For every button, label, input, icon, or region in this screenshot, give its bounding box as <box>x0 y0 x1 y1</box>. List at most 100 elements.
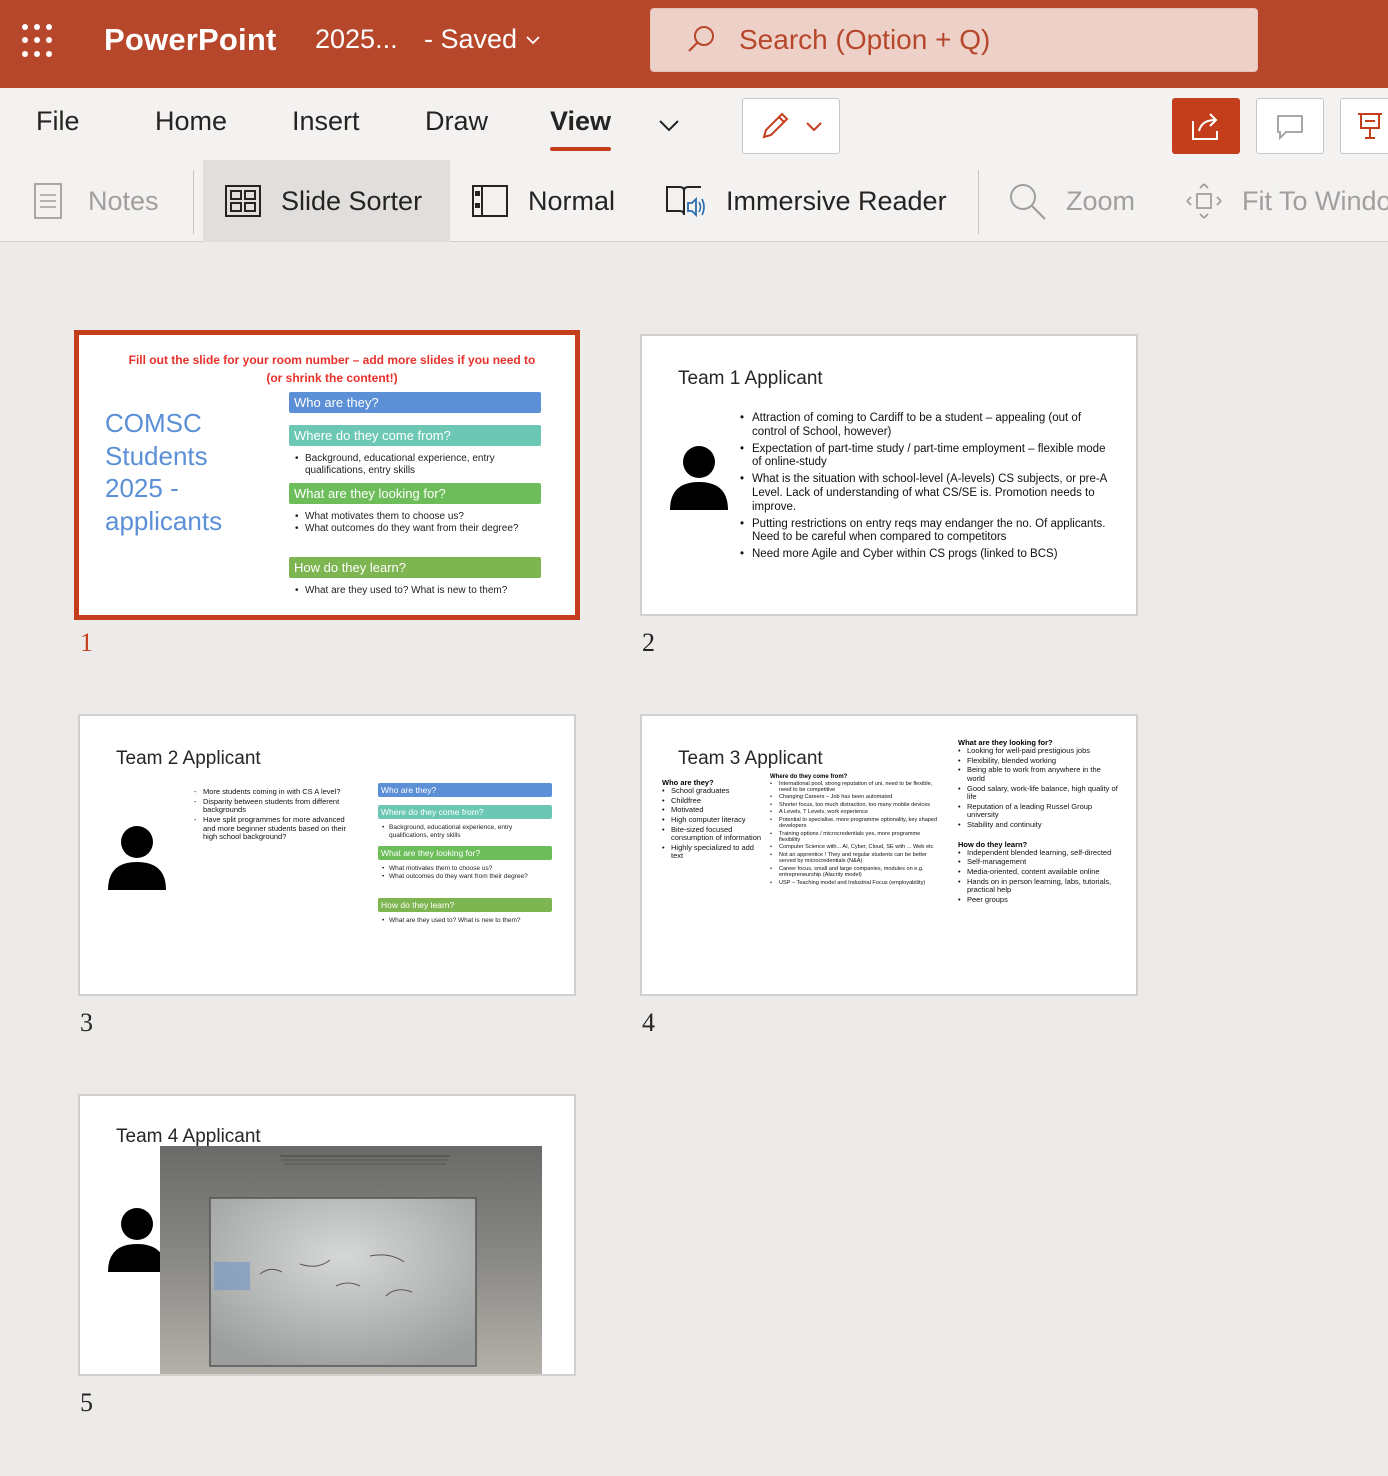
slide-1-learn-bullets: What are they used to? What is new to th… <box>295 585 535 597</box>
slide-2-bullet: Expectation of part-time study / part-ti… <box>740 443 1108 471</box>
normal-view-button[interactable]: Normal <box>470 160 615 242</box>
slide-sorter-button[interactable]: Slide Sorter <box>203 160 450 242</box>
slide-4-who-column: Who are they? School graduates Childfree… <box>662 778 764 862</box>
slide-4-bullet: Potential to specialise, more programme … <box>770 817 942 830</box>
tab-file[interactable]: File <box>36 106 80 137</box>
slide-number-3: 3 <box>80 1008 93 1037</box>
comment-icon <box>1277 115 1303 141</box>
slide-2-title: Team 1 Applicant <box>678 368 823 389</box>
chevron-down-icon <box>526 35 540 44</box>
whiteboard-photo <box>160 1146 542 1374</box>
slide-1-where-bullets: Background, educational experience, entr… <box>295 453 535 477</box>
fit-to-window-button[interactable]: Fit To Windo <box>1184 160 1388 242</box>
person-icon <box>108 826 166 890</box>
slide-number-1: 1 <box>80 628 93 657</box>
slide-3-looking-bullets: What motivates them to choose us? What o… <box>382 865 548 881</box>
immersive-reader-button[interactable]: Immersive Reader <box>664 160 947 242</box>
slide-1-box-looking: What are they looking for? <box>289 483 541 504</box>
tab-view[interactable]: View <box>550 106 612 151</box>
present-icon <box>1358 113 1382 139</box>
slide-4-bullet: Being able to work from anywhere in the … <box>958 765 1118 783</box>
slide-3-sub-bullet: Background, educational experience, entr… <box>382 824 548 840</box>
slide-4-bullet: Looking for well-paid prestigious jobs <box>958 746 1118 756</box>
share-icon <box>1192 113 1218 140</box>
app-launcher-icon[interactable] <box>22 24 56 58</box>
search-icon <box>688 26 714 52</box>
fit-to-window-icon <box>1186 183 1222 219</box>
slide-1-title: COMSC Students 2025 - applicants <box>105 407 222 537</box>
slide-1-title-line: 2025 - <box>105 473 179 503</box>
slide-4-bullet: Stability and continuity <box>958 820 1118 830</box>
slide-3-learn-bullets: What are they used to? What is new to th… <box>382 917 552 925</box>
notes-icon <box>34 183 62 219</box>
save-status[interactable]: - Saved <box>424 24 541 55</box>
search-box[interactable]: Search (Option + Q) <box>650 8 1258 72</box>
slide-1-instruction: Fill out the slide for your room number … <box>128 353 536 385</box>
app-name[interactable]: PowerPoint <box>104 22 277 58</box>
normal-view-label: Normal <box>528 185 616 216</box>
slide-number-4: 4 <box>642 1008 655 1037</box>
slide-4-where-header: Where do they come from? <box>770 774 848 780</box>
slide-3-sub-bullet: What motivates them to choose us? <box>382 865 548 873</box>
person-icon <box>670 446 728 510</box>
slide-1-bullet: What are they used to? What is new to th… <box>295 585 535 597</box>
slide-2-bullet: Putting restrictions on entry reqs may e… <box>740 518 1108 546</box>
slide-thumbnail-4[interactable]: Team 3 Applicant Who are they? School gr… <box>640 714 1138 996</box>
slide-2-bullet: Attraction of coming to Cardiff to be a … <box>740 412 1108 440</box>
more-tabs-chevron-icon[interactable] <box>656 112 682 138</box>
slide-4-title: Team 3 Applicant <box>678 748 823 769</box>
zoom-label: Zoom <box>1066 185 1136 216</box>
slide-4-bullet: A Levels, T Levels, work experience <box>770 809 942 816</box>
slide-1-bullet: Background, educational experience, entr… <box>295 453 535 477</box>
slide-4-bullet: Highly specialized to add text <box>662 843 764 861</box>
tab-home[interactable]: Home <box>155 106 227 137</box>
slide-sorter-icon <box>225 185 261 217</box>
slide-3-box-who: Who are they? <box>378 783 552 797</box>
slide-4-bullet: International pool, strong reputation of… <box>770 781 942 794</box>
slide-thumbnail-1[interactable]: Fill out the slide for your room number … <box>74 330 580 620</box>
slide-4-bullet: Not an apprentice ! They and regular stu… <box>770 852 942 865</box>
slide-4-bullet: Shorter focus, too much distraction, too… <box>770 802 942 809</box>
notes-button[interactable]: Notes <box>32 160 159 242</box>
slide-thumbnail-3[interactable]: Team 2 Applicant More students coming in… <box>78 714 576 996</box>
slide-4-looking-column: What are they looking for? Looking for w… <box>958 738 1118 905</box>
slide-thumbnail-2[interactable]: Team 1 Applicant Attraction of coming to… <box>640 334 1138 616</box>
slide-3-where-bullets: Background, educational experience, entr… <box>382 824 548 840</box>
slide-4-bullet: Training options / microcredentials yes,… <box>770 831 942 844</box>
slide-sorter-label: Slide Sorter <box>281 185 423 216</box>
slide-2-bullets: Attraction of coming to Cardiff to be a … <box>740 412 1108 565</box>
document-title[interactable]: 2025... <box>315 24 398 55</box>
zoom-button[interactable]: Zoom <box>1006 160 1135 242</box>
draw-pen-button[interactable] <box>742 98 840 154</box>
slide-1-title-line: Students <box>105 440 208 471</box>
slide-4-bullet: Hands on in person learning, labs, tutor… <box>958 877 1118 895</box>
slide-thumbnail-5[interactable]: Team 4 Applicant <box>78 1094 576 1376</box>
slide-4-bullet: Peer groups <box>958 895 1118 905</box>
title-bar: PowerPoint 2025... - Saved Search (Optio… <box>0 0 1388 88</box>
comments-button[interactable] <box>1256 98 1324 154</box>
slide-number-5: 5 <box>80 1388 93 1417</box>
slide-number-2: 2 <box>642 628 655 657</box>
slide-4-where-column: Where do they come from? International p… <box>770 774 942 887</box>
immersive-reader-icon <box>666 186 705 218</box>
slide-3-bullet: More students coming in with CS A level? <box>194 787 354 797</box>
tab-draw[interactable]: Draw <box>425 106 488 137</box>
slide-4-bullet: Bite-sized focused consumption of inform… <box>662 825 764 843</box>
slide-1-box-where: Where do they come from? <box>289 425 541 446</box>
slide-4-bullet: Media-oriented, content available online <box>958 867 1118 877</box>
slide-3-sub-bullet: What outcomes do they want from their de… <box>382 873 548 881</box>
tab-insert[interactable]: Insert <box>292 106 360 137</box>
slide-5-title: Team 4 Applicant <box>116 1126 261 1147</box>
slide-4-bullet: Computer Science with... AI, Cyber, Clou… <box>770 844 942 851</box>
slide-3-bullet: Disparity between students from differen… <box>194 797 354 815</box>
slide-1-title-line: COMSC <box>105 408 202 438</box>
slide-1-box-who: Who are they? <box>289 392 541 413</box>
share-button[interactable] <box>1172 98 1240 154</box>
present-button[interactable] <box>1340 98 1388 154</box>
person-icon <box>108 1208 166 1272</box>
slide-3-box-where: Where do they come from? <box>378 805 552 819</box>
slide-3-bullets: More students coming in with CS A level?… <box>194 787 354 843</box>
search-placeholder: Search (Option + Q) <box>739 24 991 55</box>
chevron-down-icon <box>806 122 822 132</box>
slide-1-bullet: What motivates them to choose us? <box>295 511 535 523</box>
